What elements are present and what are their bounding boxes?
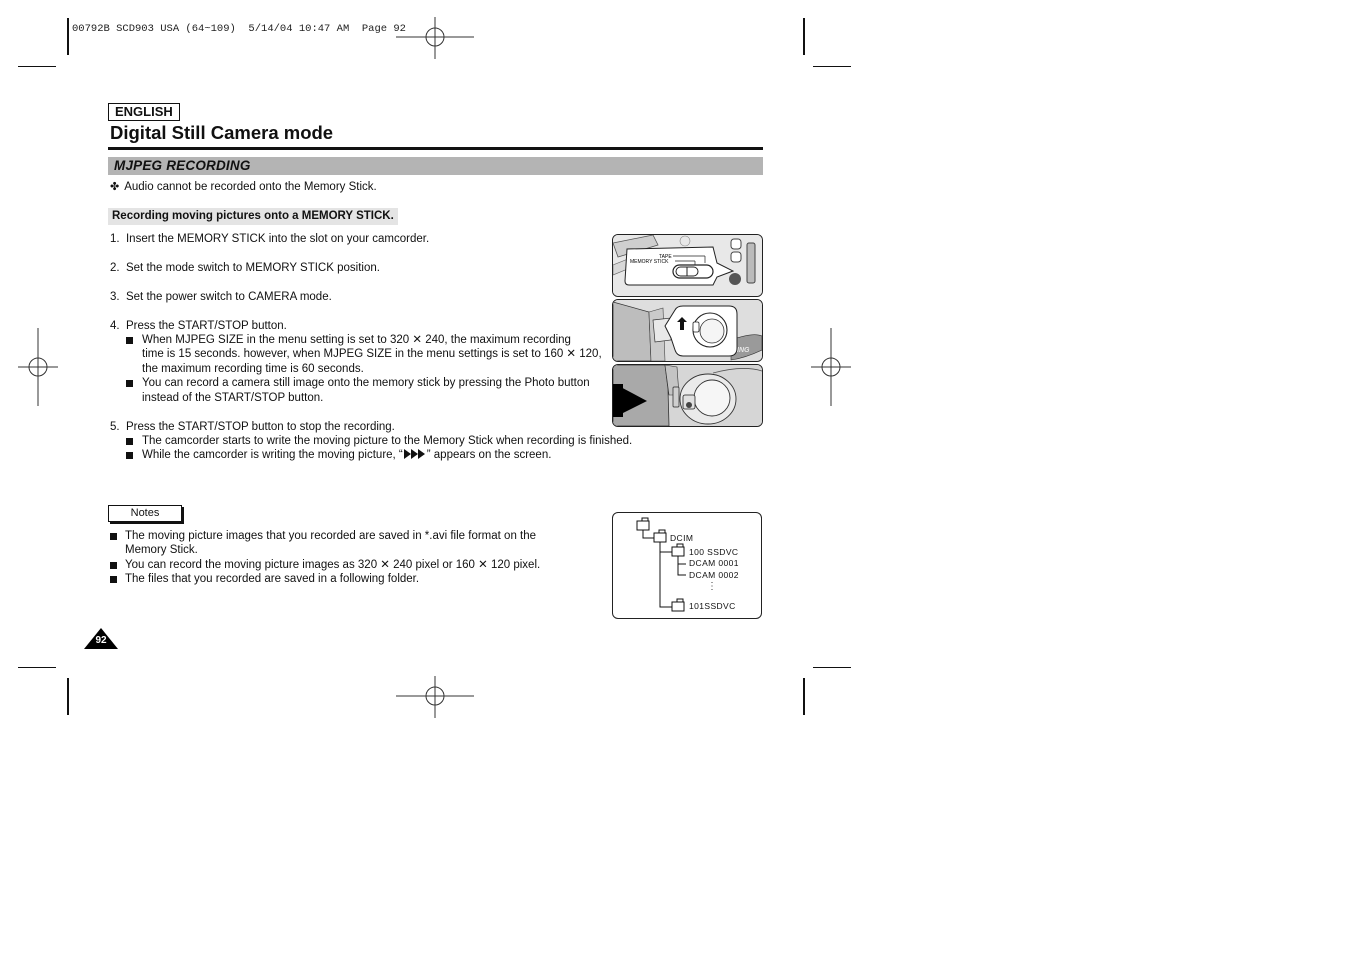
step-4-bullet-2-line: You can record a camera still image onto… — [142, 377, 590, 389]
folder-101ssdvc: 101SSDVC — [689, 601, 736, 611]
page-number: 92 — [95, 635, 107, 646]
step-number: 4. — [110, 320, 120, 332]
step-text: Insert the MEMORY STICK into the slot on… — [125, 233, 430, 245]
registration-mark-icon — [396, 17, 474, 59]
clover-bullet-icon: ✤ — [110, 181, 120, 193]
crop-mark — [67, 18, 69, 55]
registration-mark-icon — [811, 328, 851, 406]
note-1-line: Memory Stick. — [125, 544, 198, 556]
file-dcam-0001: DCAM 0001 — [689, 558, 739, 568]
step-4: 4. Press the START/STOP button. — [110, 319, 287, 334]
square-bullet-icon — [110, 576, 117, 583]
registration-mark-icon — [18, 328, 58, 406]
step-4-bullet-1-line: When MJPEG SIZE in the menu setting is s… — [142, 334, 571, 346]
square-bullet-icon — [110, 533, 117, 540]
folder-tree-diagram: DCIM 100 SSDVC DCAM 0001 DCAM 0002 ⋮ 101… — [612, 512, 762, 619]
page-number-badge: 92 — [84, 628, 118, 650]
procedure-heading: Recording moving pictures onto a MEMORY … — [108, 208, 398, 225]
step-5-bullet-2: While the camcorder is writing the movin… — [142, 448, 551, 463]
folder-dcim: DCIM — [670, 533, 694, 543]
step-3: 3. Set the power switch to CAMERA mode. — [110, 290, 332, 305]
step-text: Set the power switch to CAMERA mode. — [125, 291, 332, 303]
print-job-line: 00792B SCD903 USA (64~109) 5/14/04 10:47… — [72, 23, 406, 35]
note-1-line: The moving picture images that you recor… — [125, 530, 537, 542]
intro-note: ✤ Audio cannot be recorded onto the Memor… — [110, 180, 377, 193]
step-number: 3. — [110, 291, 120, 303]
folder-100ssdvc: 100 SSDVC — [689, 547, 739, 557]
figure-power-switch: ING — [612, 299, 763, 362]
step-2: 2. Set the mode switch to MEMORY STICK p… — [110, 261, 380, 276]
brand-text: ING — [737, 347, 750, 354]
note-2: You can record the moving picture images… — [125, 559, 541, 571]
step-number: 1. — [110, 233, 120, 245]
crop-mark — [67, 678, 69, 715]
camcorder-start-stop-illustration — [613, 365, 762, 426]
square-bullet-icon — [126, 438, 133, 445]
step-5: 5. Press the START/STOP button to stop t… — [110, 420, 395, 435]
camcorder-mode-switch-illustration: TAPE MEMORY STICK — [613, 235, 762, 296]
intro-note-text: Audio cannot be recorded onto the Memory… — [124, 181, 377, 193]
figure-start-stop — [612, 364, 763, 427]
step-1: 1. Insert the MEMORY STICK into the slot… — [110, 232, 429, 247]
notes-label: Notes — [108, 505, 182, 522]
step-text: Press the START/STOP button to stop the … — [125, 421, 395, 433]
crop-mark — [18, 667, 56, 669]
camcorder-power-switch-illustration: ING — [613, 300, 762, 361]
step-text: Set the mode switch to MEMORY STICK posi… — [125, 262, 380, 274]
step-4-bullet-2-line: instead of the START/STOP button. — [142, 392, 324, 404]
registration-mark-icon — [396, 676, 474, 718]
crop-mark — [803, 678, 805, 715]
crop-mark — [813, 66, 851, 68]
figure-mode-switch: TAPE MEMORY STICK — [612, 234, 763, 297]
step-4-bullet-1-line: the maximum recording time is 60 seconds… — [142, 363, 364, 375]
bullet-text-before: While the camcorder is writing the movin… — [142, 449, 403, 461]
note-3: The files that you recorded are saved in… — [125, 573, 420, 585]
step-number: 5. — [110, 421, 120, 433]
step-5-bullet-1: The camcorder starts to write the moving… — [142, 435, 633, 447]
square-bullet-icon — [126, 452, 133, 459]
title-rule — [108, 147, 763, 150]
file-dcam-0002: DCAM 0002 — [689, 570, 739, 580]
square-bullet-icon — [126, 337, 133, 344]
bullet-text-after: ” appears on the screen. — [426, 449, 552, 461]
step-4-bullet-1-line: time is 15 seconds. however, when MJPEG … — [142, 348, 602, 360]
language-tag: ENGLISH — [108, 103, 180, 121]
square-bullet-icon — [110, 562, 117, 569]
page-title: Digital Still Camera mode — [110, 122, 334, 143]
memory-stick-label: MEMORY STICK — [630, 259, 669, 265]
section-title: MJPEG RECORDING — [114, 158, 251, 173]
crop-mark — [813, 667, 851, 669]
crop-mark — [803, 18, 805, 55]
crop-mark — [18, 66, 56, 68]
square-bullet-icon — [126, 380, 133, 387]
writing-indicator-icon — [403, 449, 425, 459]
section-heading-bar: MJPEG RECORDING — [108, 157, 763, 175]
folder-ellipsis: ⋮ — [707, 581, 718, 592]
step-number: 2. — [110, 262, 120, 274]
step-text: Press the START/STOP button. — [125, 320, 287, 332]
